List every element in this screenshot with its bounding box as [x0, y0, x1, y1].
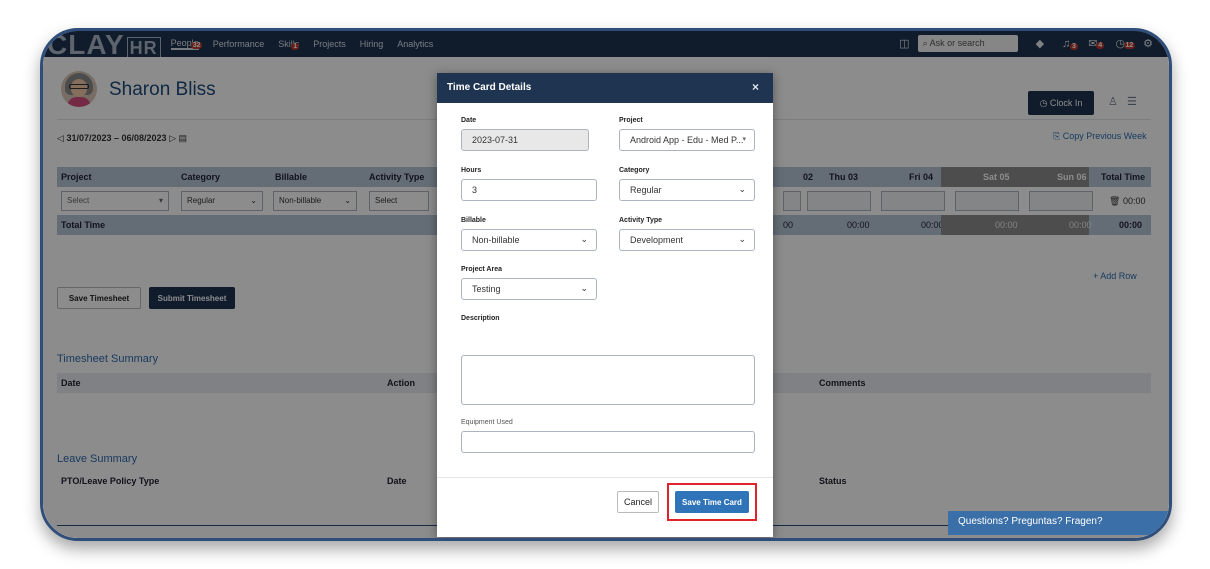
billable-value: Non-billable — [472, 235, 520, 245]
time-card-dialog: Time Card Details × Date 2023-07-31 Proj… — [437, 73, 773, 537]
cancel-button[interactable]: Cancel — [617, 491, 659, 513]
help-chat-bar[interactable]: Questions? Preguntas? Fragen? — [948, 511, 1169, 535]
chevron-down-icon: ⌄ — [738, 234, 746, 244]
chevron-down-icon: ▾ — [742, 136, 746, 143]
project-dropdown[interactable]: Android App - Edu - Med P... ▾ — [619, 129, 755, 151]
dialog-title: Time Card Details — [447, 82, 532, 93]
category-label: Category — [619, 167, 650, 174]
activity-type-label: Activity Type — [619, 217, 663, 224]
billable-dropdown[interactable]: Non-billable ⌄ — [461, 229, 597, 251]
hours-value: 3 — [472, 185, 478, 195]
dialog-header: Time Card Details × — [437, 73, 773, 103]
project-label: Project — [619, 117, 643, 124]
equipment-used-input[interactable] — [461, 431, 755, 453]
dialog-footer-divider — [437, 477, 773, 478]
project-area-label: Project Area — [461, 266, 502, 273]
hours-input[interactable]: 3 — [461, 179, 597, 201]
chevron-down-icon: ⌄ — [580, 234, 588, 244]
category-value: Regular — [630, 185, 662, 195]
activity-type-dropdown[interactable]: Development ⌄ — [619, 229, 755, 251]
date-value: 2023-07-31 — [472, 135, 519, 145]
equipment-used-label: Equipment Used — [461, 419, 513, 426]
close-icon[interactable]: × — [752, 80, 759, 94]
hours-label: Hours — [461, 167, 482, 174]
project-area-value: Testing — [472, 284, 501, 294]
category-dropdown[interactable]: Regular ⌄ — [619, 179, 755, 201]
date-field: 2023-07-31 — [461, 129, 589, 151]
highlight-box — [667, 483, 757, 521]
project-value: Android App - Edu - Med P... — [630, 135, 744, 145]
billable-label: Billable — [461, 217, 486, 224]
date-label: Date — [461, 117, 477, 124]
activity-type-value: Development — [630, 235, 684, 245]
chevron-down-icon: ⌄ — [738, 184, 746, 194]
project-area-dropdown[interactable]: Testing ⌄ — [461, 278, 597, 300]
description-label: Description — [461, 315, 500, 322]
chevron-down-icon: ⌄ — [580, 283, 588, 293]
app-window: CLAY HR People 32 Performance Skills 1 Proj… — [40, 28, 1172, 541]
description-textarea[interactable] — [461, 355, 755, 405]
